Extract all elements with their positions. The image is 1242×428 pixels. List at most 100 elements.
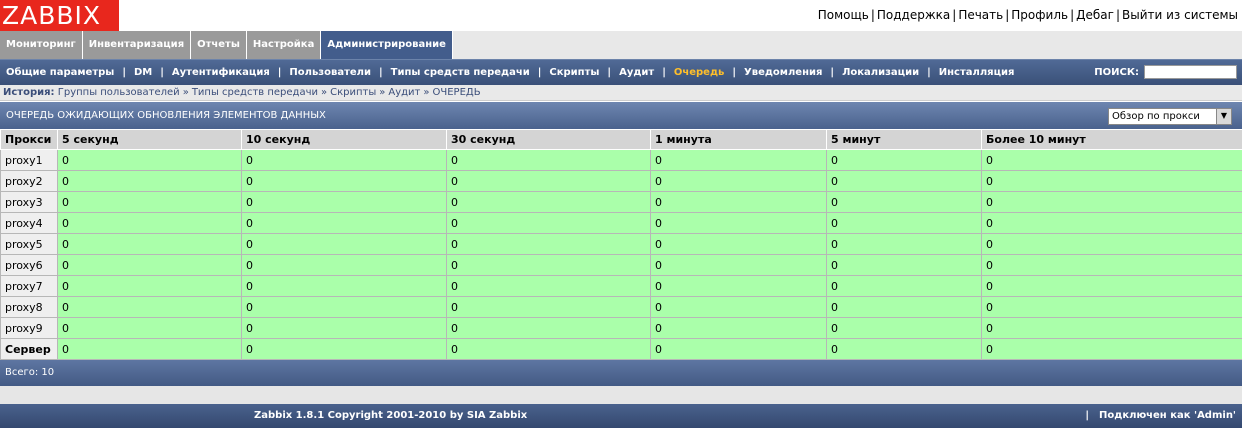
copyright-text: Zabbix 1.8.1 Copyright 2001-2010 by SIA …: [254, 410, 527, 421]
table-row: proxy9000000: [1, 318, 1242, 339]
separator: |: [919, 67, 939, 78]
queue-count-cell: 0: [827, 192, 982, 213]
queue-count-cell: 0: [982, 213, 1242, 234]
history-link[interactable]: Типы средств передачи: [192, 87, 318, 98]
total-count: Всего: 10: [0, 360, 1242, 386]
separator: |: [270, 67, 290, 78]
queue-count-cell: 0: [447, 192, 651, 213]
view-select[interactable]: Обзор по прокси ▼: [1108, 108, 1232, 125]
queue-count-cell: 0: [827, 318, 982, 339]
submenu-item[interactable]: Аутентификация: [172, 67, 270, 78]
top-links: Помощь|Поддержка|Печать|Профиль|Дебаг|Вы…: [818, 8, 1238, 22]
submenu-item[interactable]: Локализации: [842, 67, 919, 78]
footer: Zabbix 1.8.1 Copyright 2001-2010 by SIA …: [0, 404, 1242, 428]
queue-count-cell: 0: [447, 213, 651, 234]
main-tabs: Мониторинг Инвентаризация Отчеты Настрой…: [0, 31, 1242, 59]
tab-inventory[interactable]: Инвентаризация: [83, 31, 191, 59]
queue-count-cell: 0: [58, 276, 242, 297]
history-link[interactable]: ОЧЕРЕДЬ: [433, 87, 481, 98]
tab-configuration[interactable]: Настройка: [247, 31, 321, 59]
proxy-name: proxy5: [1, 234, 58, 255]
separator: |: [869, 8, 877, 22]
submenu-item[interactable]: Типы средств передачи: [391, 67, 530, 78]
logout-link[interactable]: Выйти из системы: [1122, 8, 1238, 22]
queue-count-cell: 0: [982, 318, 1242, 339]
proxy-name: proxy2: [1, 171, 58, 192]
queue-count-cell: 0: [982, 339, 1242, 360]
print-link[interactable]: Печать: [958, 8, 1003, 22]
queue-count-cell: 0: [242, 255, 447, 276]
header: ZABBIX Помощь|Поддержка|Печать|Профиль|Д…: [0, 0, 1242, 31]
submenu-item[interactable]: Уведомления: [744, 67, 822, 78]
column-header[interactable]: 5 секунд: [58, 130, 242, 150]
tab-reports[interactable]: Отчеты: [191, 31, 247, 59]
submenu-item[interactable]: Очередь: [674, 67, 725, 78]
breadcrumb-separator: »: [318, 87, 330, 98]
queue-count-cell: 0: [651, 276, 827, 297]
history-link[interactable]: Группы пользователей: [58, 87, 180, 98]
queue-count-cell: 0: [447, 171, 651, 192]
history-link[interactable]: Аудит: [388, 87, 420, 98]
proxy-name: proxy4: [1, 213, 58, 234]
submenu-item[interactable]: Общие параметры: [6, 67, 114, 78]
proxy-name: proxy8: [1, 297, 58, 318]
queue-count-cell: 0: [447, 276, 651, 297]
separator: |: [654, 67, 674, 78]
queue-count-cell: 0: [651, 213, 827, 234]
queue-count-cell: 0: [982, 276, 1242, 297]
breadcrumb-separator: »: [376, 87, 388, 98]
submenu-item[interactable]: DM: [134, 67, 152, 78]
column-header[interactable]: 30 секунд: [447, 130, 651, 150]
column-header[interactable]: Более 10 минут: [982, 130, 1242, 150]
queue-table: Прокси 5 секунд 10 секунд 30 секунд 1 ми…: [0, 129, 1242, 360]
table-row: proxy1000000: [1, 150, 1242, 171]
profile-link[interactable]: Профиль: [1011, 8, 1068, 22]
queue-count-cell: 0: [982, 255, 1242, 276]
queue-count-cell: 0: [242, 318, 447, 339]
queue-count-cell: 0: [58, 318, 242, 339]
queue-count-cell: 0: [242, 297, 447, 318]
separator: |: [1068, 8, 1076, 22]
queue-count-cell: 0: [58, 213, 242, 234]
column-header[interactable]: 5 минут: [827, 130, 982, 150]
queue-count-cell: 0: [827, 339, 982, 360]
column-header[interactable]: Прокси: [1, 130, 58, 150]
connected-as: |Подключен как 'Admin': [1085, 410, 1236, 421]
zabbix-logo[interactable]: ZABBIX: [0, 0, 119, 31]
submenu-item[interactable]: Скрипты: [549, 67, 599, 78]
tab-administration[interactable]: Администрирование: [321, 31, 453, 59]
queue-count-cell: 0: [58, 192, 242, 213]
history-link[interactable]: Скрипты: [330, 87, 376, 98]
breadcrumb-separator: »: [420, 87, 432, 98]
queue-count-cell: 0: [651, 339, 827, 360]
tab-monitoring[interactable]: Мониторинг: [0, 31, 83, 59]
separator: |: [530, 67, 550, 78]
chevron-down-icon[interactable]: ▼: [1216, 109, 1231, 124]
separator: |: [1114, 8, 1122, 22]
column-header[interactable]: 1 минута: [651, 130, 827, 150]
proxy-name: proxy9: [1, 318, 58, 339]
support-link[interactable]: Поддержка: [877, 8, 950, 22]
connected-user: Подключен как 'Admin': [1099, 410, 1236, 421]
submenu-item[interactable]: Пользователи: [289, 67, 371, 78]
queue-count-cell: 0: [447, 297, 651, 318]
queue-count-cell: 0: [827, 150, 982, 171]
queue-count-cell: 0: [982, 150, 1242, 171]
submenu-item[interactable]: Инсталляция: [939, 67, 1015, 78]
search-label: ПОИСК:: [1094, 67, 1139, 78]
submenu-item[interactable]: Аудит: [619, 67, 654, 78]
column-header[interactable]: 10 секунд: [242, 130, 447, 150]
queue-count-cell: 0: [827, 297, 982, 318]
queue-count-cell: 0: [651, 150, 827, 171]
view-select-value: Обзор по прокси: [1112, 111, 1200, 122]
debug-link[interactable]: Дебаг: [1076, 8, 1114, 22]
help-link[interactable]: Помощь: [818, 8, 869, 22]
queue-count-cell: 0: [827, 213, 982, 234]
table-row: proxy4000000: [1, 213, 1242, 234]
separator: |: [822, 67, 842, 78]
queue-count-cell: 0: [242, 339, 447, 360]
queue-count-cell: 0: [651, 171, 827, 192]
search-input[interactable]: [1144, 65, 1237, 79]
queue-count-cell: 0: [58, 171, 242, 192]
queue-count-cell: 0: [827, 234, 982, 255]
